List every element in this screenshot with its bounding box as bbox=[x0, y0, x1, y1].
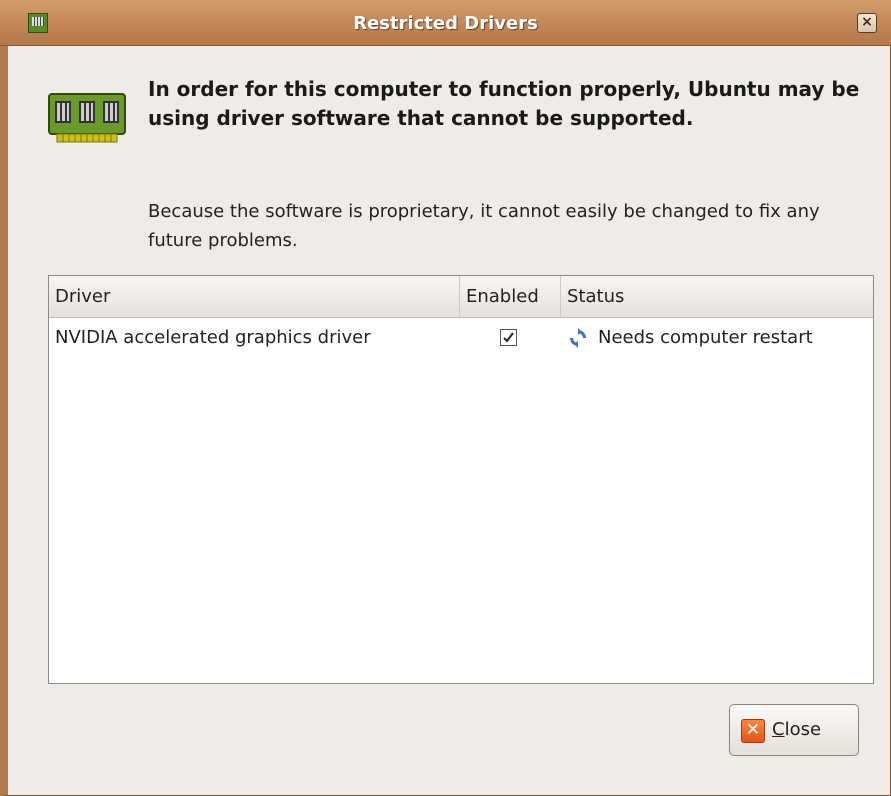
restricted-drivers-window: Restricted Drivers × In order for this c… bbox=[0, 0, 891, 796]
status-cell: Needs computer restart bbox=[598, 327, 813, 348]
close-button-label: Close bbox=[772, 719, 821, 740]
window-close-button[interactable]: × bbox=[857, 13, 877, 33]
title-bar[interactable]: Restricted Drivers × bbox=[0, 0, 891, 46]
close-button[interactable]: ✕ Close bbox=[729, 704, 859, 756]
table-header: Driver Enabled Status bbox=[49, 276, 873, 318]
close-label-rest: lose bbox=[784, 719, 822, 740]
column-header-driver[interactable]: Driver bbox=[49, 276, 459, 317]
table-row[interactable]: NVIDIA accelerated graphics driver Needs… bbox=[49, 318, 873, 358]
close-icon: ✕ bbox=[741, 719, 765, 743]
dialog-heading: In order for this computer to function p… bbox=[148, 77, 860, 130]
hardware-driver-icon bbox=[48, 93, 126, 143]
drivers-table[interactable]: Driver Enabled Status NVIDIA accelerated… bbox=[48, 275, 874, 684]
close-mnemonic: C bbox=[772, 719, 785, 740]
checkmark-icon bbox=[503, 332, 514, 343]
column-header-status[interactable]: Status bbox=[560, 276, 873, 317]
enabled-checkbox[interactable] bbox=[500, 329, 517, 346]
window-title: Restricted Drivers bbox=[353, 13, 538, 34]
driver-name-cell: NVIDIA accelerated graphics driver bbox=[55, 327, 371, 348]
restart-icon bbox=[570, 328, 586, 348]
column-header-enabled[interactable]: Enabled bbox=[459, 276, 560, 317]
dialog-description: Because the software is proprietary, it … bbox=[148, 201, 820, 251]
